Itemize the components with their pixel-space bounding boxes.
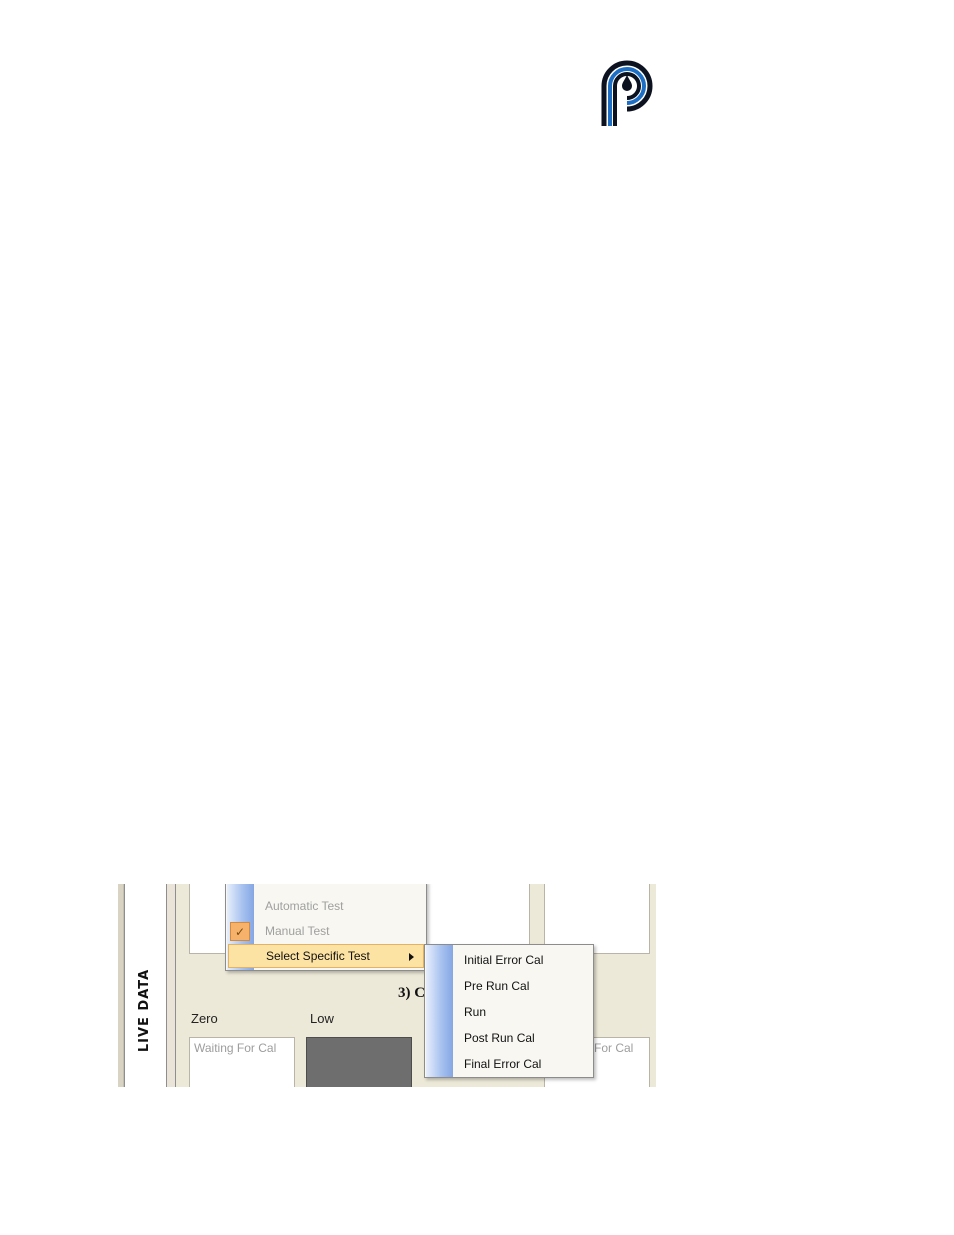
checkmark-icon: ✓ — [230, 922, 250, 941]
submenu-item-post-run-cal[interactable]: Post Run Cal — [425, 1025, 593, 1051]
low-status-box — [306, 1037, 412, 1087]
submenu-item-final-error-cal[interactable]: Final Error Cal — [425, 1051, 593, 1077]
submenu-item-label: Post Run Cal — [464, 1031, 535, 1045]
context-menu: Automatic Test ✓ Manual Test Select Spec… — [225, 884, 427, 971]
menu-item-select-specific-test[interactable]: Select Specific Test — [228, 944, 424, 968]
submenu-item-pre-run-cal[interactable]: Pre Run Cal — [425, 973, 593, 999]
live-data-label: LIVE DATA — [137, 968, 153, 1053]
submenu-arrow-icon — [409, 953, 414, 961]
company-logo — [598, 54, 656, 130]
live-data-label-wrap: LIVE DATA — [124, 884, 166, 1087]
submenu-item-label: Pre Run Cal — [464, 979, 530, 993]
zero-label: Zero — [191, 1011, 218, 1026]
submenu-item-label: Run — [464, 1005, 487, 1019]
menu-item-label: Select Specific Test — [266, 949, 370, 963]
low-label: Low — [310, 1011, 334, 1026]
section-heading: 3) C — [398, 985, 426, 1001]
menu-item-label: Manual Test — [265, 924, 330, 938]
panel-gutter — [167, 884, 176, 1087]
zero-status-text: Waiting For Cal — [194, 1041, 277, 1055]
app-screenshot: LIVE DATA 3) C Zero Low Waiting For Cal … — [118, 884, 656, 1087]
menu-item-automatic-test[interactable]: Automatic Test — [226, 894, 426, 918]
menu-item-manual-test[interactable]: ✓ Manual Test — [226, 919, 426, 943]
zero-status-box: Waiting For Cal — [189, 1037, 295, 1087]
submenu-item-label: Initial Error Cal — [464, 953, 544, 967]
menu-item-label: Automatic Test — [265, 899, 344, 913]
specific-test-submenu: Initial Error Cal Pre Run Cal Run Post R… — [424, 944, 594, 1078]
submenu-item-run[interactable]: Run — [425, 999, 593, 1025]
submenu-item-label: Final Error Cal — [464, 1057, 542, 1071]
submenu-item-initial-error-cal[interactable]: Initial Error Cal — [425, 947, 593, 973]
